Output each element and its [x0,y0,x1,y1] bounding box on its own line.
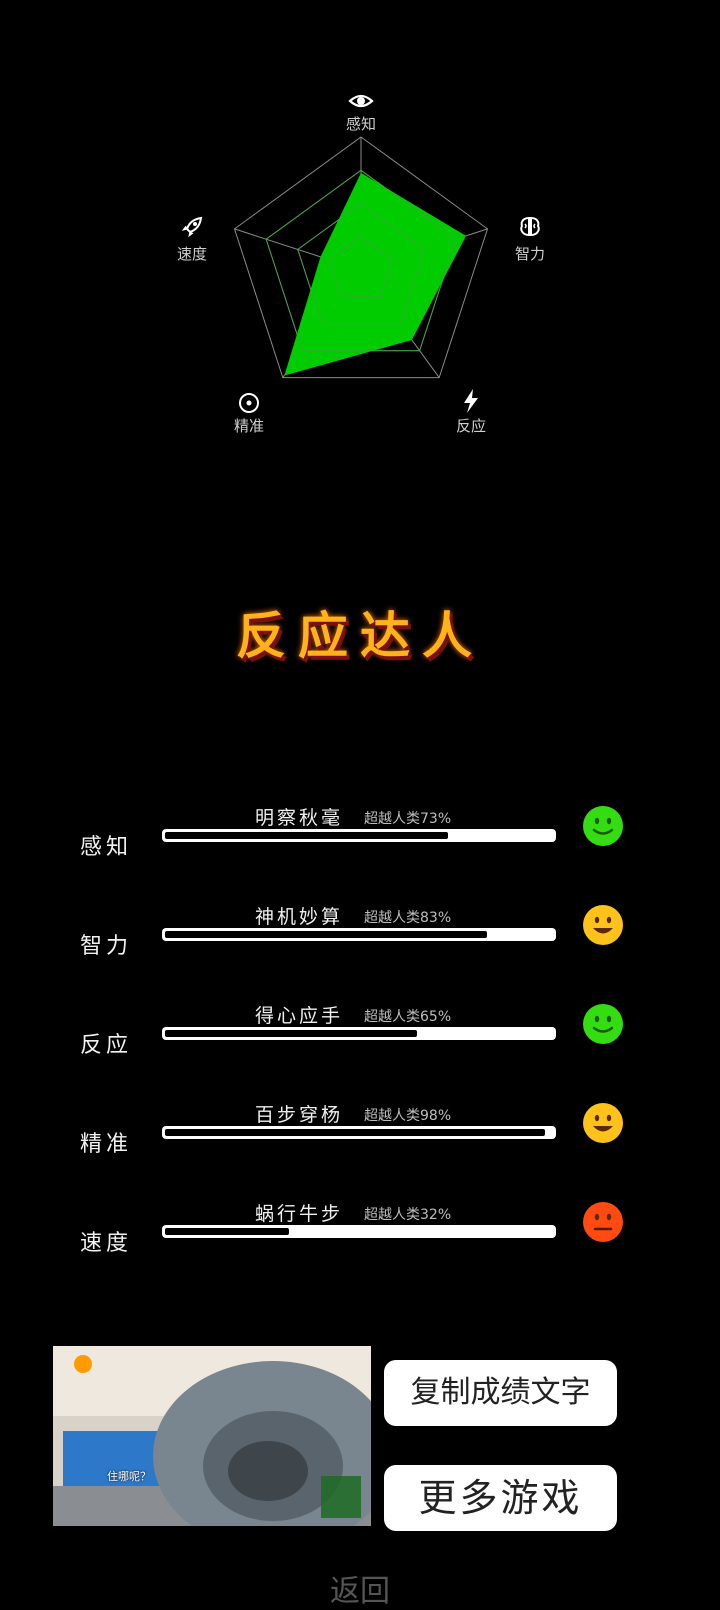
radar-svg [233,136,489,379]
brain-icon [517,214,543,240]
stat-row-perception: 感知 明察秋毫 超越人类73% [0,803,720,883]
grin-face-icon [582,1102,624,1144]
radar-label-accuracy: 精准 [233,417,264,435]
radar-label-perception: 感知 [345,115,376,133]
stat-name: 速度 [80,1231,133,1256]
progress-bar-fill [165,832,449,839]
eye-icon [348,88,374,114]
progress-bar [162,1225,556,1238]
stat-row-accuracy: 精准 百步穿杨 超越人类98% [0,1100,720,1180]
progress-bar-fill [165,1030,418,1037]
radar-value-area [284,172,466,376]
grin-face-icon [582,904,624,946]
progress-bar-fill [165,1228,290,1235]
smile-face-icon [582,805,624,847]
progress-bar-fill [165,1129,546,1136]
progress-bar [162,829,556,842]
progress-bar [162,1126,556,1139]
back-button[interactable]: 返回 [0,1566,720,1610]
stat-percent: 超越人类98% [364,1108,452,1124]
ad-video-thumbnail[interactable]: 住哪呢？ [53,1346,371,1526]
result-title: 反应达人 [236,607,484,665]
copy-score-button[interactable]: 复制成绩文字 [384,1360,617,1426]
lightning-icon [458,388,484,414]
neutral-face-icon [582,1201,624,1243]
ad-caption: 住哪呢？ [107,1470,151,1483]
rocket-icon [179,214,205,240]
stat-desc: 百步穿杨 [255,1104,344,1126]
progress-bar-fill [165,931,488,938]
stat-name: 智力 [80,934,133,959]
stat-row-intelligence: 智力 神机妙算 超越人类83% [0,902,720,982]
radar-label-speed: 速度 [176,245,207,263]
stat-name: 精准 [80,1132,133,1157]
smile-face-icon [582,1003,624,1045]
more-games-button[interactable]: 更多游戏 [384,1465,617,1531]
stat-desc: 蜗行牛步 [255,1203,344,1225]
stat-percent: 超越人类65% [364,1009,452,1025]
radar-label-reaction: 反应 [455,417,486,435]
stat-percent: 超越人类83% [364,910,452,926]
stat-row-speed: 速度 蜗行牛步 超越人类32% [0,1199,720,1279]
stat-percent: 超越人类73% [364,811,452,827]
stat-desc: 明察秋毫 [255,807,344,829]
progress-bar [162,928,556,941]
progress-bar [162,1027,556,1040]
ad-image [53,1346,371,1526]
stat-percent: 超越人类32% [364,1207,452,1223]
stat-name: 感知 [80,835,133,860]
stat-desc: 得心应手 [255,1005,344,1027]
stat-name: 反应 [80,1033,133,1058]
stat-desc: 神机妙算 [255,906,344,928]
target-icon [236,390,262,416]
stat-row-reaction: 反应 得心应手 超越人类65% [0,1001,720,1081]
radar-chart: 感知 智力 反应 精准 速度 [0,0,720,480]
radar-label-intelligence: 智力 [514,245,545,263]
